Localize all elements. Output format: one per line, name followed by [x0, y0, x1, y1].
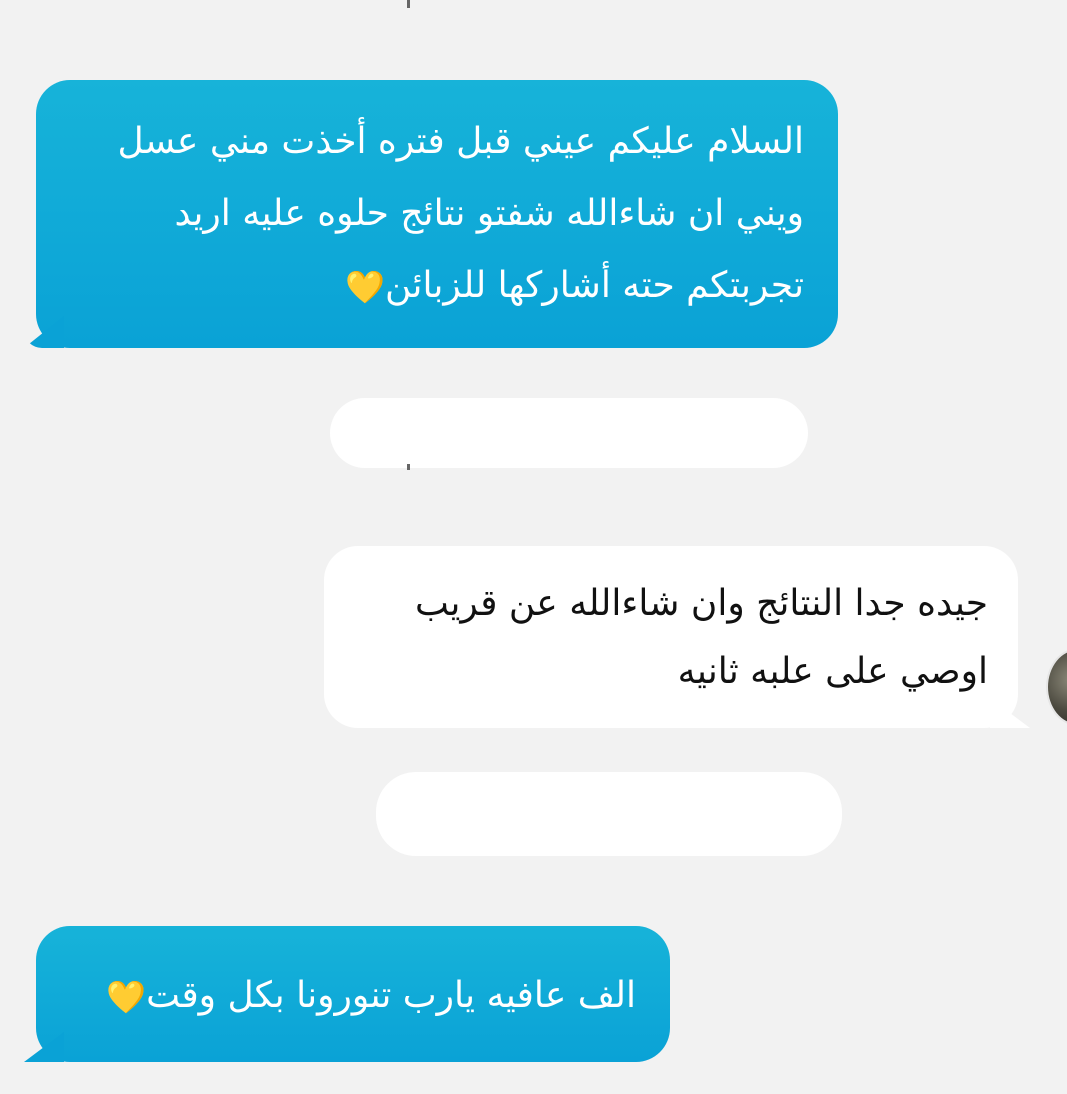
- avatar[interactable]: [1046, 648, 1067, 726]
- message-text: جيده جدا النتائج وان شاءالله عن قريب اوص…: [414, 583, 988, 692]
- bubble-tail: [990, 698, 1030, 728]
- sent-message-bubble[interactable]: السلام عليكم عيني قبل فتره أخذت مني عسل …: [24, 80, 838, 348]
- message-text: الف عافيه يارب تنورونا بكل وقت💛: [106, 975, 636, 1016]
- bubble-tail: [24, 1032, 64, 1062]
- chat-thread: السلام عليكم عيني قبل فتره أخذت مني عسل …: [0, 0, 1067, 1094]
- bubble-tail: [24, 316, 64, 348]
- sent-message-bubble[interactable]: الف عافيه يارب تنورونا بكل وقت💛: [24, 926, 670, 1062]
- redacted-area: [330, 398, 808, 468]
- received-message-bubble[interactable]: جيده جدا النتائج وان شاءالله عن قريب اوص…: [324, 546, 1030, 728]
- redacted-area: [376, 772, 842, 856]
- yellow-heart-icon: 💛: [345, 268, 386, 306]
- yellow-heart-icon: 💛: [106, 978, 147, 1016]
- message-text: السلام عليكم عيني قبل فتره أخذت مني عسل …: [117, 121, 804, 306]
- speck-mark: [407, 0, 410, 8]
- speck-mark: [407, 464, 410, 470]
